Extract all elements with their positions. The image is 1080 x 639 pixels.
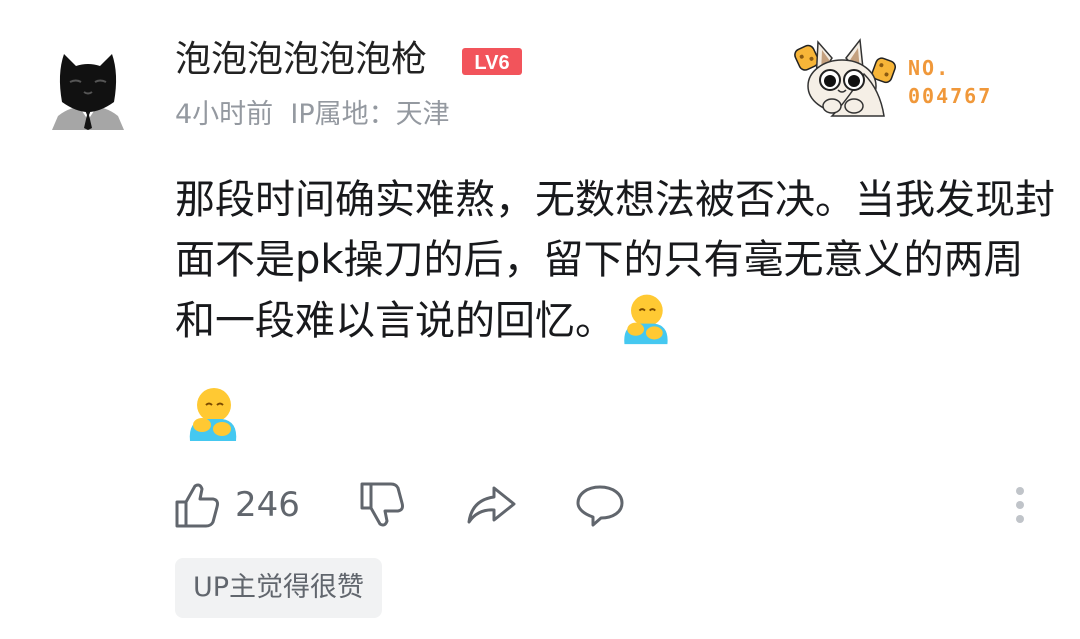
share-button[interactable]	[464, 482, 518, 528]
reply-icon	[576, 485, 624, 527]
fan-badge-number: NO. 004767	[908, 54, 992, 110]
level-badge: LV6	[462, 48, 522, 75]
like-count: 246	[235, 485, 300, 525]
thumbs-up-icon	[175, 483, 219, 528]
hug-emoji	[624, 294, 668, 345]
comment-meta: 4小时前 IP属地：天津	[175, 97, 450, 133]
level-badge-text: LV6	[474, 52, 509, 74]
fan-badge-label: NO.	[908, 56, 951, 80]
user-avatar[interactable]	[48, 44, 128, 130]
share-icon	[467, 486, 516, 524]
more-icon[interactable]	[1006, 486, 1034, 526]
fan-badge-value: 004767	[908, 84, 993, 108]
up-liked-tag: UP主觉得很赞	[175, 558, 383, 618]
comment-body: 那段时间确实难熬，无数想法被否决。当我发现封面不是pk操刀的后，留下的只有毫无意…	[175, 170, 1055, 351]
reply-button[interactable]	[575, 482, 625, 528]
dislike-button[interactable]	[358, 480, 406, 530]
ip-location: IP属地：天津	[290, 99, 450, 130]
username[interactable]: 泡泡泡泡泡泡枪	[175, 38, 427, 82]
hug-emoji	[189, 388, 237, 441]
comment-text: 那段时间确实难熬，无数想法被否决。当我发现封面不是pk操刀的后，留下的只有毫无意…	[175, 177, 1055, 344]
comment-time: 4小时前	[175, 99, 274, 130]
thumbs-down-icon	[360, 482, 404, 527]
like-button[interactable]: 246	[173, 480, 300, 530]
